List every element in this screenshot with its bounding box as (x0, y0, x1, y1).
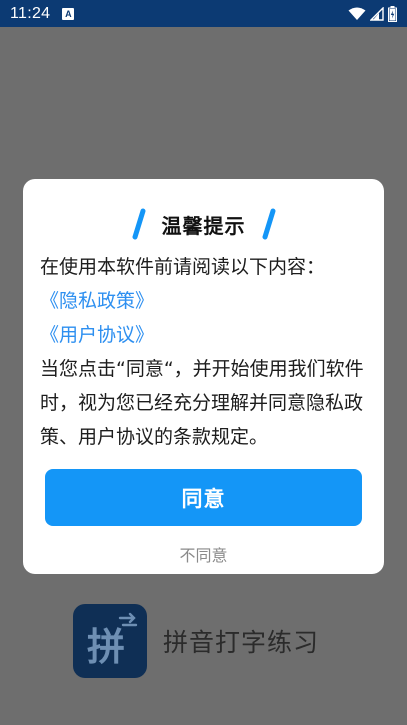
disagree-button[interactable]: 不同意 (23, 542, 384, 566)
app-name: 拼音打字练习 (163, 627, 320, 657)
dialog-notice: 当您点击“同意“，并开始使用我们软件时，视为您已经充分理解并同意隐私政策、用户协… (40, 358, 364, 448)
dialog-body: 在使用本软件前请阅读以下内容： 《隐私政策》 《用户协议》 当您点击“同意“，并… (40, 250, 370, 454)
privacy-dialog: 温馨提示 在使用本软件前请阅读以下内容： 《隐私政策》 《用户协议》 当您点击“… (23, 179, 384, 574)
app-logo-icon: 拼 (73, 603, 147, 678)
agree-button[interactable]: 同意 (45, 469, 362, 526)
status-bar: 11:24 A (0, 0, 407, 27)
status-time: 11:24 (10, 4, 51, 22)
dialog-header: 温馨提示 (23, 206, 384, 242)
user-agreement-link[interactable]: 《用户协议》 (40, 318, 370, 352)
title-slash-right-icon (262, 208, 275, 240)
title-slash-left-icon (132, 208, 145, 240)
wifi-icon (348, 7, 366, 20)
signal-icon (370, 6, 384, 21)
status-icons (348, 5, 397, 22)
dialog-title: 温馨提示 (161, 213, 246, 238)
swap-arrows-icon (118, 612, 138, 626)
a-notification-icon: A (62, 7, 75, 20)
dialog-intro: 在使用本软件前请阅读以下内容： (40, 256, 326, 278)
battery-icon (388, 5, 397, 22)
privacy-policy-link[interactable]: 《隐私政策》 (40, 284, 370, 318)
app-brand: 拼 拼音打字练习 (73, 603, 363, 678)
